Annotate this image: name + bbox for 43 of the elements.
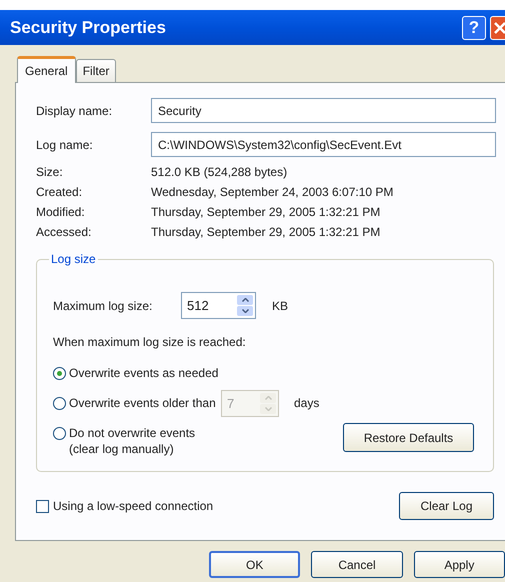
field-label: Maximum log size: (53, 298, 154, 314)
info-label: Created: (36, 184, 84, 201)
spin-up-button[interactable] (237, 295, 253, 305)
radio-label: Do not overwrite events (69, 425, 196, 442)
info-value: Wednesday, September 24, 2003 6:07:10 PM (151, 184, 394, 201)
chevron-up-icon (264, 396, 272, 400)
checkbox-label: Using a low-speed connection (53, 498, 214, 515)
dialog-button[interactable]: Apply (414, 551, 505, 578)
chevron-down-icon (242, 309, 248, 313)
close-button[interactable] (490, 16, 505, 40)
unit-label: days (294, 395, 320, 412)
radio-button[interactable] (53, 396, 66, 410)
text-field[interactable]: C:\WINDOWS\System32\config\SecEvent.Evt (151, 132, 496, 157)
prompt-text: When maximum log size is reached: (53, 334, 247, 351)
info-value: Thursday, September 29, 2005 1:32:21 PM (151, 224, 380, 241)
group-title: Log size (50, 251, 97, 268)
help-button[interactable]: ? (462, 16, 486, 40)
field-label: Log name: (36, 136, 94, 154)
chevron-up-icon (242, 298, 248, 302)
checkbox[interactable] (36, 500, 49, 512)
info-label: Modified: (36, 204, 86, 221)
unit-label: KB (272, 298, 288, 314)
radio-note: (clear log manually) (68, 441, 175, 458)
window-title: Security Properties (10, 16, 167, 39)
dialog-button[interactable]: Cancel (311, 551, 403, 578)
radio-button[interactable] (53, 366, 66, 380)
tab[interactable]: Filter (76, 59, 116, 82)
clear-log-button[interactable]: Clear Log (399, 492, 494, 520)
info-label: Accessed: (36, 224, 92, 241)
radio-button[interactable] (53, 426, 66, 440)
restore-defaults-button[interactable]: Restore Defaults (343, 423, 474, 452)
field-label: Display name: (36, 102, 114, 120)
close-icon (494, 22, 505, 34)
info-value: 512.0 KB (524,288 bytes) (151, 164, 288, 181)
radio-label: Overwrite events as needed (69, 365, 218, 382)
info-label: Size: (36, 164, 64, 181)
radio-label: Overwrite events older than (69, 395, 217, 412)
text-field[interactable]: Security (151, 98, 496, 123)
tab[interactable]: General (17, 56, 76, 83)
info-value: Thursday, September 29, 2005 1:32:21 PM (151, 204, 380, 221)
spin-down-button[interactable] (237, 306, 253, 316)
chevron-down-icon (264, 406, 272, 410)
dialog-button[interactable]: OK (209, 551, 300, 578)
